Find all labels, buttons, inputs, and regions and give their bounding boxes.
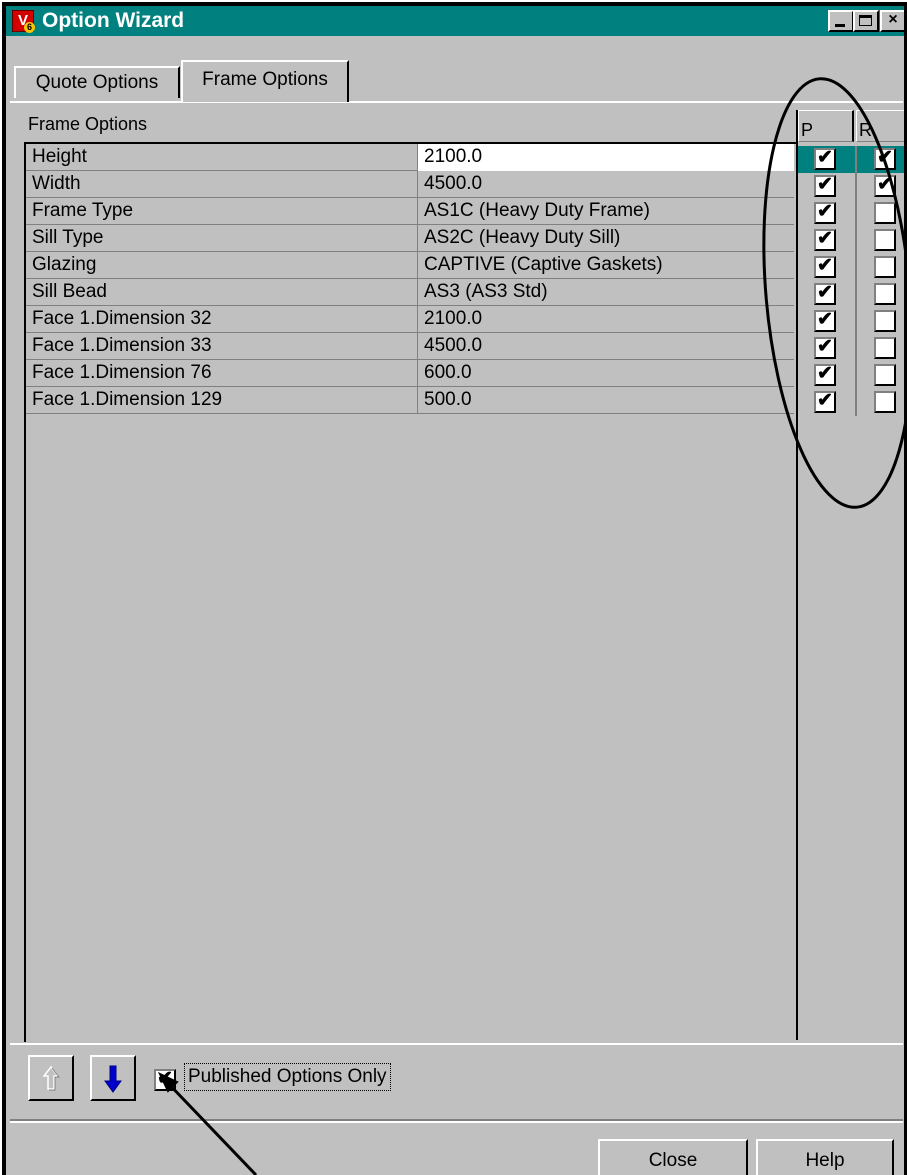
required-checkbox[interactable] bbox=[874, 391, 896, 413]
table-row[interactable]: Sill Type AS2C (Heavy Duty Sill) bbox=[26, 225, 794, 252]
required-checkbox[interactable] bbox=[874, 202, 896, 224]
option-value-cell[interactable]: AS1C (Heavy Duty Frame) bbox=[418, 198, 794, 225]
down-arrow-icon bbox=[104, 1065, 122, 1093]
window-title: Option Wizard bbox=[42, 9, 185, 32]
option-wizard-window: V 6 Option Wizard × Quote Options Frame … bbox=[2, 2, 907, 1175]
option-name-cell[interactable]: Sill Type bbox=[26, 225, 418, 252]
required-checkbox[interactable] bbox=[874, 364, 896, 386]
table-row[interactable]: Glazing CAPTIVE (Captive Gaskets) bbox=[26, 252, 794, 279]
option-value-cell[interactable]: 4500.0 bbox=[418, 171, 794, 198]
close-icon: × bbox=[888, 11, 898, 28]
title-bar[interactable]: V 6 Option Wizard × bbox=[6, 6, 907, 36]
published-checkbox[interactable]: ✔ bbox=[814, 337, 836, 359]
option-name-cell[interactable]: Face 1.Dimension 129 bbox=[26, 387, 418, 414]
pr-row: ✔ bbox=[798, 254, 907, 281]
published-checkbox[interactable]: ✔ bbox=[814, 310, 836, 332]
required-checkbox[interactable] bbox=[874, 310, 896, 332]
pr-row: ✔ bbox=[798, 362, 907, 389]
option-value-cell[interactable]: CAPTIVE (Captive Gaskets) bbox=[418, 252, 794, 279]
close-window-button[interactable]: × bbox=[880, 10, 906, 32]
maximize-icon bbox=[859, 15, 872, 26]
option-value-cell[interactable]: 2100.0 bbox=[418, 306, 794, 333]
move-down-button[interactable] bbox=[90, 1055, 136, 1101]
pr-row: ✔ bbox=[798, 308, 907, 335]
published-checkbox[interactable]: ✔ bbox=[814, 148, 836, 170]
option-name-cell[interactable]: Face 1.Dimension 33 bbox=[26, 333, 418, 360]
published-checkbox[interactable]: ✔ bbox=[814, 256, 836, 278]
option-name-cell[interactable]: Frame Type bbox=[26, 198, 418, 225]
option-name-cell[interactable]: Width bbox=[26, 171, 418, 198]
option-value-cell[interactable]: AS2C (Heavy Duty Sill) bbox=[418, 225, 794, 252]
close-button[interactable]: Close bbox=[598, 1139, 748, 1175]
app-icon-badge: 6 bbox=[24, 22, 35, 33]
app-icon[interactable]: V 6 bbox=[12, 10, 35, 33]
required-checkbox[interactable] bbox=[874, 229, 896, 251]
frame-options-grid[interactable]: Height 2100.0 Width 4500.0 Frame Type AS1C (H… bbox=[24, 142, 796, 1042]
pr-row: ✔ ✔ bbox=[798, 173, 907, 200]
maximize-button[interactable] bbox=[853, 10, 879, 32]
published-options-only-label[interactable]: Published Options Only bbox=[184, 1063, 391, 1091]
table-row[interactable]: Face 1.Dimension 33 4500.0 bbox=[26, 333, 794, 360]
required-checkbox[interactable]: ✔ bbox=[874, 148, 896, 170]
option-name-cell[interactable]: Glazing bbox=[26, 252, 418, 279]
pr-row: ✔ bbox=[798, 227, 907, 254]
frame-options-heading: Frame Options bbox=[28, 114, 148, 134]
pr-row: ✔ bbox=[798, 389, 907, 416]
table-row[interactable]: Height 2100.0 bbox=[26, 144, 794, 171]
option-name-cell[interactable]: Face 1.Dimension 32 bbox=[26, 306, 418, 333]
minimize-button[interactable] bbox=[828, 10, 854, 32]
published-checkbox[interactable]: ✔ bbox=[814, 202, 836, 224]
published-checkbox[interactable]: ✔ bbox=[814, 175, 836, 197]
table-row[interactable]: Face 1.Dimension 32 2100.0 bbox=[26, 306, 794, 333]
published-required-columns: P R ✔ ✔ ✔ ✔ ✔ ✔ ✔ ✔ ✔ ✔ ✔ ✔ bbox=[796, 110, 907, 1040]
option-value-cell[interactable]: 2100.0 bbox=[418, 144, 794, 171]
move-up-button[interactable] bbox=[28, 1055, 74, 1101]
required-checkbox[interactable] bbox=[874, 256, 896, 278]
up-arrow-icon bbox=[42, 1065, 61, 1091]
table-row[interactable]: Width 4500.0 bbox=[26, 171, 794, 198]
option-value-cell[interactable]: 4500.0 bbox=[418, 333, 794, 360]
option-value-cell[interactable]: AS3 (AS3 Std) bbox=[418, 279, 794, 306]
table-row[interactable]: Face 1.Dimension 129 500.0 bbox=[26, 387, 794, 414]
published-options-only-checkbox[interactable]: ✔ bbox=[154, 1069, 176, 1091]
table-row[interactable]: Sill Bead AS3 (AS3 Std) bbox=[26, 279, 794, 306]
required-checkbox[interactable] bbox=[874, 283, 896, 305]
bottom-separator bbox=[10, 1043, 903, 1045]
required-checkbox[interactable]: ✔ bbox=[874, 175, 896, 197]
published-checkbox[interactable]: ✔ bbox=[814, 283, 836, 305]
option-name-cell[interactable]: Face 1.Dimension 76 bbox=[26, 360, 418, 387]
table-row[interactable]: Frame Type AS1C (Heavy Duty Frame) bbox=[26, 198, 794, 225]
help-button[interactable]: Help bbox=[756, 1139, 894, 1175]
pr-row: ✔ bbox=[798, 281, 907, 308]
published-checkbox[interactable]: ✔ bbox=[814, 364, 836, 386]
published-checkbox[interactable]: ✔ bbox=[814, 229, 836, 251]
required-checkbox[interactable] bbox=[874, 337, 896, 359]
option-value-cell[interactable]: 600.0 bbox=[418, 360, 794, 387]
option-value-cell[interactable]: 500.0 bbox=[418, 387, 794, 414]
column-header-p: P bbox=[798, 110, 854, 142]
tab-quote-options[interactable]: Quote Options bbox=[14, 66, 180, 98]
minimize-icon bbox=[835, 24, 845, 27]
column-header-r: R bbox=[856, 110, 907, 142]
tab-panel-border bbox=[10, 101, 903, 103]
option-name-cell[interactable]: Sill Bead bbox=[26, 279, 418, 306]
option-name-cell[interactable]: Height bbox=[26, 144, 418, 171]
table-row[interactable]: Face 1.Dimension 76 600.0 bbox=[26, 360, 794, 387]
published-checkbox[interactable]: ✔ bbox=[814, 391, 836, 413]
tab-frame-options[interactable]: Frame Options bbox=[181, 60, 349, 102]
pr-row: ✔ ✔ bbox=[798, 146, 907, 173]
pr-row: ✔ bbox=[798, 335, 907, 362]
pr-row: ✔ bbox=[798, 200, 907, 227]
